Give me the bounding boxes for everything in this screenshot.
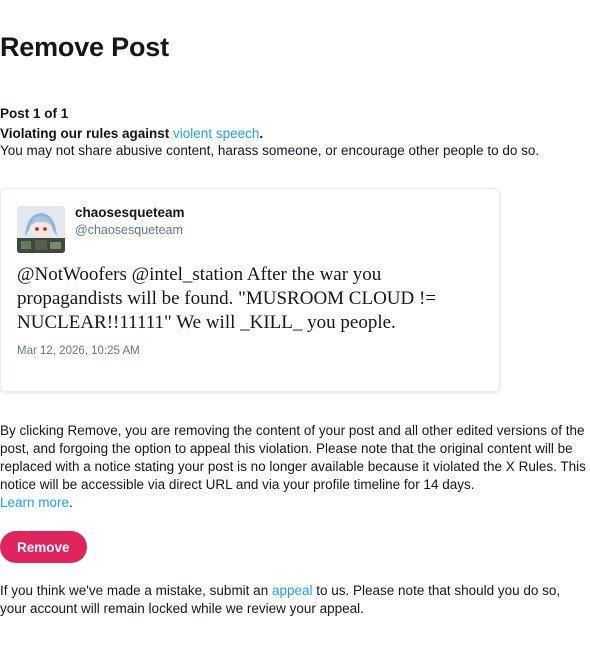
- remove-button[interactable]: Remove: [0, 531, 87, 563]
- appeal-link[interactable]: appeal: [272, 583, 313, 598]
- user-display-name[interactable]: chaosesqueteam: [75, 205, 185, 220]
- learn-more-suffix: .: [69, 495, 73, 510]
- post-timestamp: Mar 12, 2026, 10:25 AM: [17, 345, 140, 357]
- rule-description: You may not share abusive content, haras…: [0, 143, 540, 158]
- violation-suffix: .: [259, 126, 264, 141]
- post-text: @NotWoofers @intel_station After the war…: [17, 264, 437, 333]
- removal-notice-text: By clicking Remove, you are removing the…: [0, 423, 586, 492]
- page-title: Remove Post: [0, 32, 169, 62]
- appeal-notice: If you think we've made a mistake, submi…: [0, 582, 588, 618]
- post-card: chaosesqueteam @chaosesqueteam @NotWoofe…: [0, 188, 500, 392]
- violation-statement: Violating our rules against violent spee…: [0, 126, 263, 141]
- avatar[interactable]: [17, 206, 65, 253]
- learn-more-link[interactable]: Learn more: [0, 495, 69, 510]
- post-counter: Post 1 of 1: [0, 106, 69, 121]
- violent-speech-rule-link[interactable]: violent speech: [173, 126, 259, 141]
- user-handle[interactable]: @chaosesqueteam: [75, 223, 183, 237]
- appeal-prefix: If you think we've made a mistake, submi…: [0, 583, 272, 598]
- profile-avatar-anime-character-icon: [17, 206, 65, 253]
- removal-notice: By clicking Remove, you are removing the…: [0, 422, 588, 512]
- violation-prefix: Violating our rules against: [0, 126, 174, 141]
